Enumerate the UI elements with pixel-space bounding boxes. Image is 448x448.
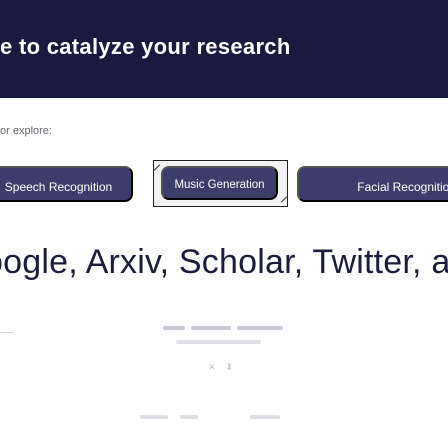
hero-banner: e to catalyze your research [0, 0, 448, 98]
faded-word [250, 415, 280, 419]
chip-speech-recognition[interactable]: Speech Recognition [0, 166, 133, 202]
frame-corner [280, 196, 288, 203]
chip-music-generation[interactable]: Music Generation [161, 166, 278, 200]
frame-corner [153, 164, 161, 171]
faded-word [176, 340, 261, 344]
faded-word [191, 326, 231, 330]
page: e to catalyze your research or explore: … [0, 0, 448, 448]
faded-word [163, 326, 185, 330]
chip-facial-recognition[interactable]: Facial Recognition [297, 166, 448, 202]
faded-icons: ✕⬇ [208, 362, 243, 373]
faded-divider [0, 332, 14, 333]
faded-footer [140, 415, 300, 425]
highlighted-chip-frame: Music Generation [153, 160, 288, 207]
faded-word [180, 415, 198, 419]
close-icon[interactable]: ✕ [208, 362, 226, 372]
faded-word [140, 415, 168, 419]
explore-label: or explore: [0, 125, 52, 137]
faded-text-line [163, 326, 283, 332]
download-icon[interactable]: ⬇ [226, 362, 244, 372]
sources-line: oogle, Arxiv, Scholar, Twitter, and r [0, 243, 448, 281]
hero-title: e to catalyze your research [0, 34, 291, 59]
faded-preview-area: ✕⬇ [0, 310, 448, 448]
faded-word [237, 326, 283, 330]
faded-text-line [176, 340, 261, 345]
